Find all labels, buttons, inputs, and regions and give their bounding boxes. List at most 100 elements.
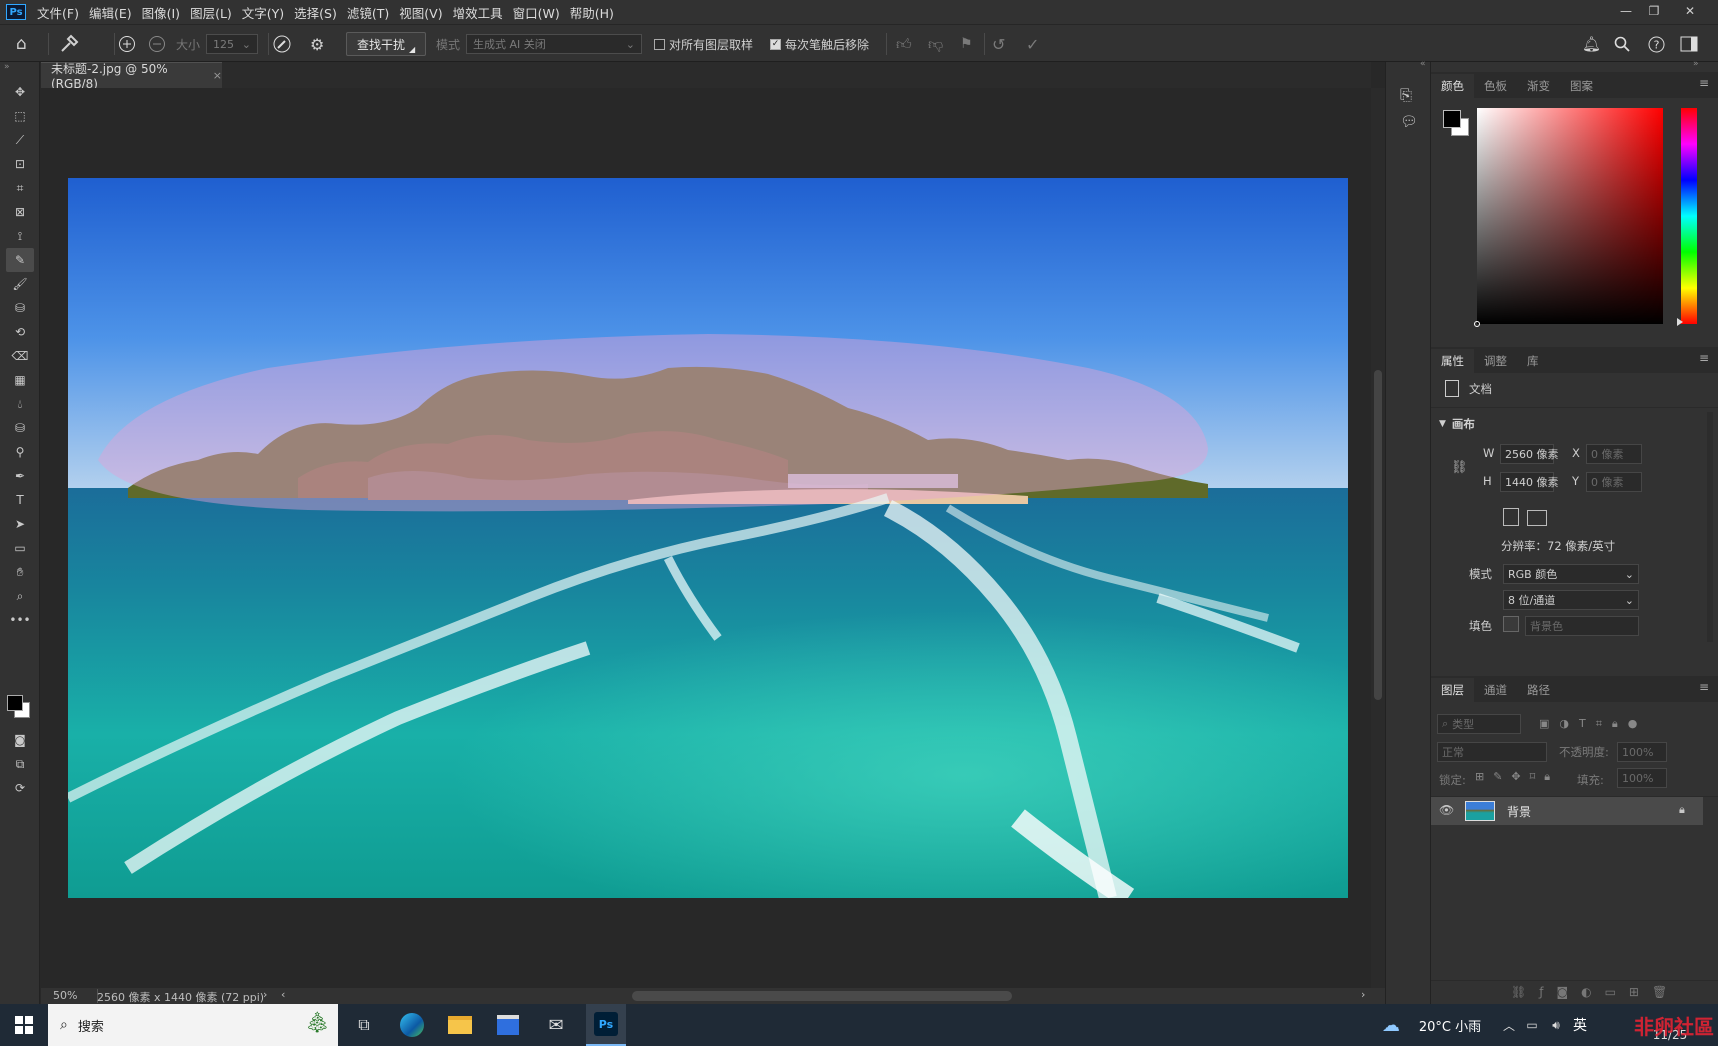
properties-scrollbar[interactable] — [1707, 412, 1713, 642]
panel-menu-icon[interactable]: ≡ — [1699, 76, 1709, 90]
rectangle-tool-icon[interactable]: ▭ — [6, 536, 34, 560]
blend-mode-select[interactable]: 正常 — [1437, 742, 1547, 762]
lock-options-icons[interactable]: ⊞✎✥⌑🔒︎ — [1475, 770, 1559, 784]
menu-item-2[interactable]: 图像(I) — [137, 3, 185, 22]
tray-expand-icon[interactable]: ︿ — [1500, 1004, 1518, 1046]
color-panel-tab-2[interactable]: 渐变 — [1517, 74, 1560, 98]
comments-icon[interactable]: 💬︎ — [1400, 114, 1418, 130]
restore-icon[interactable]: ❐ — [1640, 0, 1668, 22]
help-icon[interactable]: ? — [1648, 25, 1665, 63]
color-panel-tab-1[interactable]: 色板 — [1474, 74, 1517, 98]
hue-slider-handle[interactable] — [1677, 318, 1683, 326]
crop-tool-icon[interactable]: ⌗ — [6, 176, 34, 200]
gradient-tool-icon[interactable]: ▦ — [6, 368, 34, 392]
menu-item-0[interactable]: 文件(F) — [32, 3, 84, 22]
marquee-tool-icon[interactable]: ⬚ — [6, 104, 34, 128]
layers-panel-tab-1[interactable]: 通道 — [1474, 678, 1517, 702]
undo-icon[interactable]: ↺ — [992, 25, 1005, 63]
mail-icon[interactable]: ✉ — [538, 1004, 574, 1046]
mode-select[interactable]: 生成式 AI 关闭 ⌄ — [466, 34, 642, 54]
color-swatches[interactable] — [4, 692, 36, 722]
close-tab-icon[interactable]: × — [213, 69, 222, 82]
panel-menu-icon[interactable]: ≡ — [1699, 351, 1709, 365]
layer-row[interactable]: 👁︎ 背景 🔒︎ — [1431, 797, 1703, 825]
layers-panel-tab-2[interactable]: 路径 — [1517, 678, 1560, 702]
fill-color-swatch[interactable] — [1503, 616, 1519, 632]
scroll-left-icon[interactable]: ‹ — [281, 988, 285, 1001]
path-selection-tool-icon[interactable]: ➤ — [6, 512, 34, 536]
weather-text[interactable]: 20°C 小雨 — [1410, 1004, 1490, 1046]
flag-icon[interactable]: ⚑ — [960, 25, 973, 63]
canvas-height-input[interactable]: 1440 像素 — [1500, 472, 1559, 492]
thumbs-down-icon[interactable]: 👎︎ — [928, 25, 943, 63]
home-icon[interactable]: ⌂ — [16, 25, 27, 63]
canvas-width-input[interactable]: 2560 像素 — [1500, 444, 1559, 464]
zoom-tool-icon[interactable]: ⌕ — [6, 584, 34, 608]
type-tool-icon[interactable]: T — [6, 488, 34, 512]
brush-tool-icon[interactable]: 🖌︎ — [6, 272, 34, 296]
menu-item-10[interactable]: 帮助(H) — [565, 3, 619, 22]
fill-input[interactable]: 100% — [1617, 768, 1667, 788]
landscape-orientation-icon[interactable] — [1527, 510, 1547, 526]
collapse-panels-icon[interactable]: » — [1693, 59, 1699, 69]
eraser-tool-icon[interactable]: ⌫ — [6, 344, 34, 368]
layer-name[interactable]: 背景 — [1507, 803, 1531, 820]
blur-tool-icon[interactable]: 💧︎ — [6, 392, 34, 416]
menu-item-6[interactable]: 滤镜(T) — [342, 3, 394, 22]
move-tool-icon[interactable]: ✥ — [6, 80, 34, 104]
commit-check-icon[interactable]: ✓ — [1026, 25, 1039, 63]
fill-select[interactable]: 背景色 — [1525, 616, 1639, 636]
hue-slider[interactable] — [1681, 108, 1697, 324]
eye-visibility-icon[interactable]: 👁︎ — [1439, 803, 1454, 817]
object-selection-tool-icon[interactable]: ⊡ — [6, 152, 34, 176]
menu-item-1[interactable]: 编辑(E) — [84, 3, 137, 22]
menu-item-9[interactable]: 窗口(W) — [508, 3, 565, 22]
properties-panel-tab-0[interactable]: 属性 — [1431, 349, 1474, 373]
canvas-y-input[interactable]: 0 像素 — [1586, 472, 1642, 492]
hand-tool-icon[interactable]: ✋︎ — [6, 560, 34, 584]
add-brush-icon[interactable] — [118, 25, 136, 63]
more-tools-icon[interactable]: ••• — [6, 608, 34, 632]
link-icon[interactable]: ⛓︎ — [1451, 460, 1468, 475]
fg-bg-swatches[interactable] — [1441, 108, 1473, 140]
color-panel-tab-3[interactable]: 图案 — [1560, 74, 1603, 98]
edge-browser-icon[interactable] — [394, 1004, 430, 1046]
subtract-brush-icon[interactable] — [148, 25, 166, 63]
minimize-icon[interactable]: — — [1612, 0, 1640, 22]
file-explorer-icon[interactable] — [442, 1004, 478, 1046]
layers-panel-tab-0[interactable]: 图层 — [1431, 678, 1474, 702]
portrait-orientation-icon[interactable] — [1503, 508, 1519, 526]
menu-item-8[interactable]: 增效工具 — [448, 3, 508, 22]
scroll-right-icon[interactable]: › — [1361, 988, 1365, 1001]
pressure-size-icon[interactable] — [272, 25, 292, 63]
color-picker-field[interactable] — [1474, 108, 1663, 327]
clone-stamp-tool-icon[interactable]: ⛁ — [6, 296, 34, 320]
bit-depth-select[interactable]: 8 位/通道 ⌄ — [1503, 590, 1639, 610]
document-tab[interactable]: 未标题-2.jpg @ 50%(RGB/8) × — [41, 62, 222, 91]
photoshop-taskbar-icon[interactable]: Ps — [586, 1004, 626, 1046]
remove-tool-icon[interactable] — [58, 25, 80, 63]
horizontal-scroll-thumb[interactable] — [632, 991, 1012, 1001]
screen-mode-icon[interactable]: ⧉ — [6, 752, 34, 776]
workspace-icon[interactable] — [1680, 25, 1698, 63]
quick-selection-tool-icon[interactable]: ⟋ — [6, 128, 34, 152]
layer-filter-select[interactable]: ⌕ 类型 — [1437, 714, 1521, 734]
color-mode-select[interactable]: RGB 颜色 ⌄ — [1503, 564, 1639, 584]
settings-gear-icon[interactable]: ⚙ — [310, 25, 324, 63]
menu-item-5[interactable]: 选择(S) — [289, 3, 342, 22]
vertical-scroll-thumb[interactable] — [1374, 370, 1382, 700]
zoom-level[interactable]: 50% — [53, 989, 77, 1002]
sample-all-layers-checkbox[interactable]: 对所有图层取样 — [654, 25, 753, 63]
history-icon[interactable]: ⎘ — [1400, 86, 1412, 104]
ime-indicator[interactable]: 英 — [1570, 1004, 1590, 1046]
taskbar-search-box[interactable]: ⌕ 搜索 🎄︎ — [48, 1004, 338, 1046]
menu-item-7[interactable]: 视图(V) — [394, 3, 447, 22]
panel-menu-icon[interactable]: ≡ — [1699, 680, 1709, 694]
pen-tool-icon[interactable]: ✒ — [6, 464, 34, 488]
thumbs-up-icon[interactable]: 👍︎ — [896, 25, 912, 63]
opacity-input[interactable]: 100% — [1617, 742, 1667, 762]
find-distractions-button[interactable]: 查找干扰 ◢ — [346, 32, 427, 56]
eyedropper-tool-icon[interactable]: ⟟ — [6, 224, 34, 248]
frame-tool-icon[interactable]: ⊠ — [6, 200, 34, 224]
layer-actions-icons[interactable]: ⛓︎ƒ◙◐▭⊞🗑︎ — [1511, 985, 1680, 999]
